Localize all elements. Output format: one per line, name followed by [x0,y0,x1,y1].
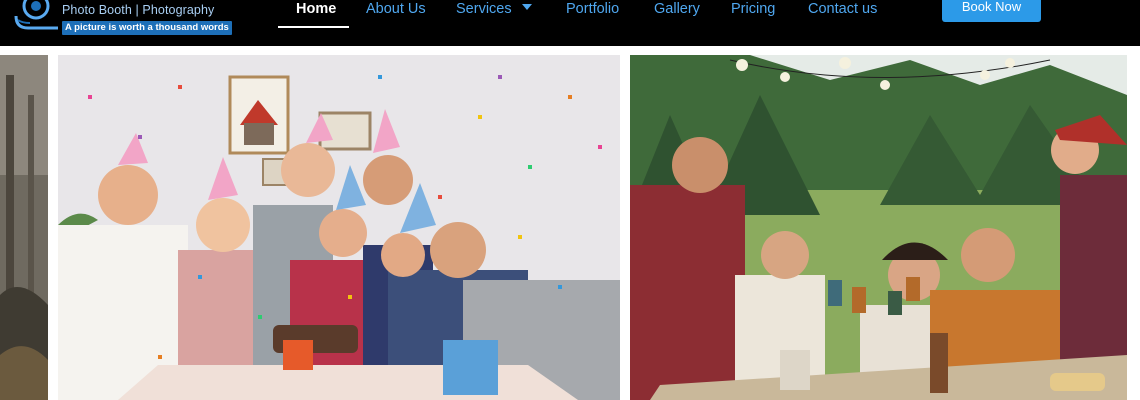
gallery-image-outdoor-dinner[interactable] [630,55,1127,400]
book-now-button[interactable]: Book Now [942,0,1041,22]
nav-item-portfolio[interactable]: Portfolio [566,0,619,30]
site-header: Photo Booth | Photography A picture is w… [0,0,1140,46]
nav-item-contact-us[interactable]: Contact us [808,0,877,30]
brand-tagline: A picture is worth a thousand words [62,21,232,35]
nav-item-about-us[interactable]: About Us [366,0,426,30]
gallery-image-birthday-party[interactable] [58,55,620,400]
nav-active-indicator [278,26,349,28]
birthday-party-photo-illustration [58,55,620,400]
camera-logo-icon [14,0,58,30]
brand-title: Photo Booth | Photography [62,3,215,17]
gallery-image-forest[interactable] [0,55,48,400]
forest-photo-illustration [0,55,48,400]
nav-item-services[interactable]: Services [456,0,532,30]
chevron-down-icon [521,4,532,10]
nav-item-services-label: Services [456,1,512,17]
nav-item-gallery[interactable]: Gallery [654,0,700,30]
brand-logo[interactable]: Photo Booth | Photography A picture is w… [0,0,232,40]
nav-item-pricing[interactable]: Pricing [731,0,775,30]
outdoor-dinner-photo-illustration [630,55,1127,400]
